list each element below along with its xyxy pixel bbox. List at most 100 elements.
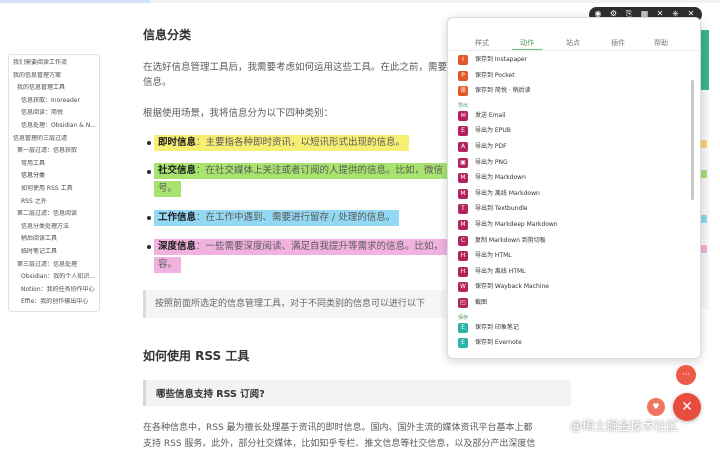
menu-item-icon: E (458, 126, 468, 137)
tab-0[interactable]: 样式 (475, 38, 489, 48)
menu-item[interactable]: ◰ 截图 (458, 297, 688, 311)
menu-item-label: 导出为 离线 Markdown (475, 189, 540, 197)
menu-item-label: 截图 (475, 299, 488, 306)
side-marker[interactable] (701, 245, 707, 253)
side-marker[interactable] (701, 140, 707, 148)
toc-item[interactable]: 信息分类 (21, 172, 45, 180)
menu-item-icon: E (458, 322, 468, 333)
toc-item[interactable]: 常用工具 (21, 160, 45, 168)
menu-item[interactable]: ✉ 发送 Email (458, 110, 688, 124)
menu-item[interactable]: I 保存到 Instapaper (458, 54, 688, 68)
menu-item[interactable]: E 保存到 印象笔记 (458, 322, 688, 336)
menu-item-icon: C (458, 235, 468, 246)
toc-item[interactable]: Obsidian：我的个人知识... (21, 273, 95, 281)
menu-item-label: 保存到 Wayback Machine (475, 283, 549, 291)
menu-item-icon: I (458, 55, 468, 65)
side-marker[interactable] (701, 215, 707, 223)
menu-item[interactable]: W 保存到 Wayback Machine (458, 281, 688, 295)
item-deep-info-cont: 容。 (154, 257, 182, 273)
item-desc: ：主要指各种即时资讯，以短讯形式出现的信息。 (196, 137, 406, 148)
menu-item[interactable]: E 保存到 Evernote (458, 337, 688, 351)
menu-item-label: 保存到 Instapaper (475, 56, 528, 63)
menu-item-label: 导出为 Markdown (475, 174, 526, 182)
item-instant-info: 即时信息：主要指各种即时资讯，以短讯形式出现的信息。 (154, 135, 410, 151)
toc-item[interactable]: Notion：我的任务协作中心 (21, 286, 95, 294)
toc-item[interactable]: 第二层过滤：信息阅读 (17, 210, 77, 218)
item-term: 工作信息 (158, 212, 197, 223)
item-work-info: 工作信息：在工作中遇到、需要进行留存 / 处理的信息。 (154, 210, 400, 226)
bullet-dot (147, 245, 151, 249)
menu-item-icon: P (458, 70, 468, 81)
toc-item[interactable]: 我的信息管理方案 (13, 72, 61, 80)
toc-item[interactable]: 第一层过滤：信息获取 (17, 147, 77, 155)
menu-item[interactable]: ▣ 导出为 PNG (458, 157, 688, 171)
bullet-dot (147, 170, 151, 174)
paragraph-intro-line2: 信息。 (143, 77, 172, 88)
menu-item[interactable]: A 导出为 PDF (458, 141, 688, 155)
toc-item[interactable]: 信息处理：Obsidian & N... (21, 122, 96, 130)
menu-item[interactable]: M 导出为 Markdown (458, 172, 688, 186)
menu-item-label: 复制 Markdown 到剪切板 (475, 236, 546, 244)
tab-3[interactable]: 插件 (611, 38, 625, 48)
item-desc: ：在工作中遇到、需要进行留存 / 处理的信息。 (196, 212, 396, 223)
menu-item-label: 导出为 PNG (475, 158, 508, 166)
tab-4[interactable]: 帮助 (654, 38, 668, 48)
toc-item[interactable]: 如何使用 RSS 工具 (21, 185, 73, 193)
menu-item-icon: 读 (458, 86, 468, 97)
item-desc: 号。 (158, 183, 178, 194)
item-desc: ：一些需要深度阅读、满足自我提升等需求的信息。比如， (196, 241, 444, 252)
menu-item[interactable]: C 复制 Markdown 到剪切板 (458, 235, 688, 249)
item-deep-info: 深度信息：一些需要深度阅读、满足自我提升等需求的信息。比如， (154, 239, 452, 255)
menu-item[interactable]: T 导出到 Textbundle (458, 203, 688, 217)
tab-divider (448, 50, 700, 51)
toc-item[interactable]: 我的信息管理工具 (17, 84, 65, 92)
top-divider (150, 0, 720, 3)
menu-item-label: 导出为 PDF (475, 143, 507, 150)
menu-item[interactable]: E 导出为 EPUB (458, 125, 688, 139)
side-marker[interactable] (701, 170, 707, 178)
item-social-info: 社交信息：在社交媒体上关注或者订阅的人提供的信息。比如，微信 (154, 163, 452, 179)
toc-item[interactable]: 我们需要阅读工作流 (13, 59, 67, 67)
panel-scrollbar[interactable] (691, 80, 694, 200)
menu-item-label: 导出为 离线 HTML (475, 267, 526, 275)
bullet-dot (147, 216, 151, 220)
menu-item-icon: T (458, 204, 468, 215)
menu-item-label: 保存到 Pocket (475, 71, 515, 79)
item-desc: 容。 (158, 259, 178, 270)
menu-item-icon: M (458, 173, 468, 184)
toc-item[interactable]: 信息获取：Inoreader (21, 97, 80, 105)
menu-item-label: 导出为 HTML (475, 252, 512, 260)
menu-item-icon: E (458, 338, 468, 349)
toc-item[interactable]: 第三层过滤：信息处理 (17, 261, 77, 269)
toc-item[interactable]: RSS 之外 (21, 198, 47, 206)
tab-1[interactable]: 动作 (520, 38, 534, 48)
toc-item[interactable]: Effie：我的创作输出中心 (21, 298, 88, 306)
menu-item[interactable]: H 导出为 HTML (458, 250, 688, 264)
menu-item-icon: M (458, 220, 468, 230)
toc-item[interactable]: 信息阅读：简悦 (21, 109, 63, 117)
toc-item[interactable]: 信息管理的三层过滤 (13, 135, 67, 143)
menu-item-label: 保存到 Evernote (475, 339, 522, 347)
heading-rss-usage: 如何使用 RSS 工具 (143, 349, 250, 363)
menu-item-icon: H (458, 266, 468, 277)
menu-item-icon: ✉ (458, 110, 468, 121)
tab-2[interactable]: 站点 (566, 38, 580, 48)
menu-item[interactable]: M 导出为 Markdeep Markdown (458, 219, 688, 233)
paragraph-intro-line1: 在选好信息管理工具后，我需要考虑如何运用这些工具。在此之前，需要 (143, 62, 448, 73)
toc-item[interactable]: 临时笔记工具 (21, 248, 57, 256)
more-button[interactable]: ··· (676, 365, 696, 385)
menu-item[interactable]: H 导出为 离线 HTML (458, 266, 688, 280)
item-desc: ：在社交媒体上关注或者订阅的人提供的信息。比如，微信 (196, 165, 444, 176)
item-term: 社交信息 (158, 165, 197, 176)
bullet-dot (147, 141, 151, 145)
menu-item[interactable]: 读保存到 简悦 · 稍后读 (458, 85, 688, 99)
toc-item[interactable]: 稍后阅读工具 (21, 235, 57, 243)
menu-item[interactable]: P 保存到 Pocket (458, 70, 688, 84)
blockquote-text: 按照前面所选定的信息管理工具，对于不同类别的信息可以进行以下 (155, 299, 426, 309)
favorite-button[interactable]: ♥ (647, 398, 665, 416)
menu-item-icon: ▣ (458, 157, 468, 168)
menu-section-heading: 导出 (458, 102, 469, 109)
menu-item-label: 保存到 简悦 · 稍后读 (475, 87, 531, 95)
toc-item[interactable]: 信息分类处理方法 (21, 223, 69, 231)
menu-item[interactable]: M 导出为 离线 Markdown (458, 188, 688, 202)
